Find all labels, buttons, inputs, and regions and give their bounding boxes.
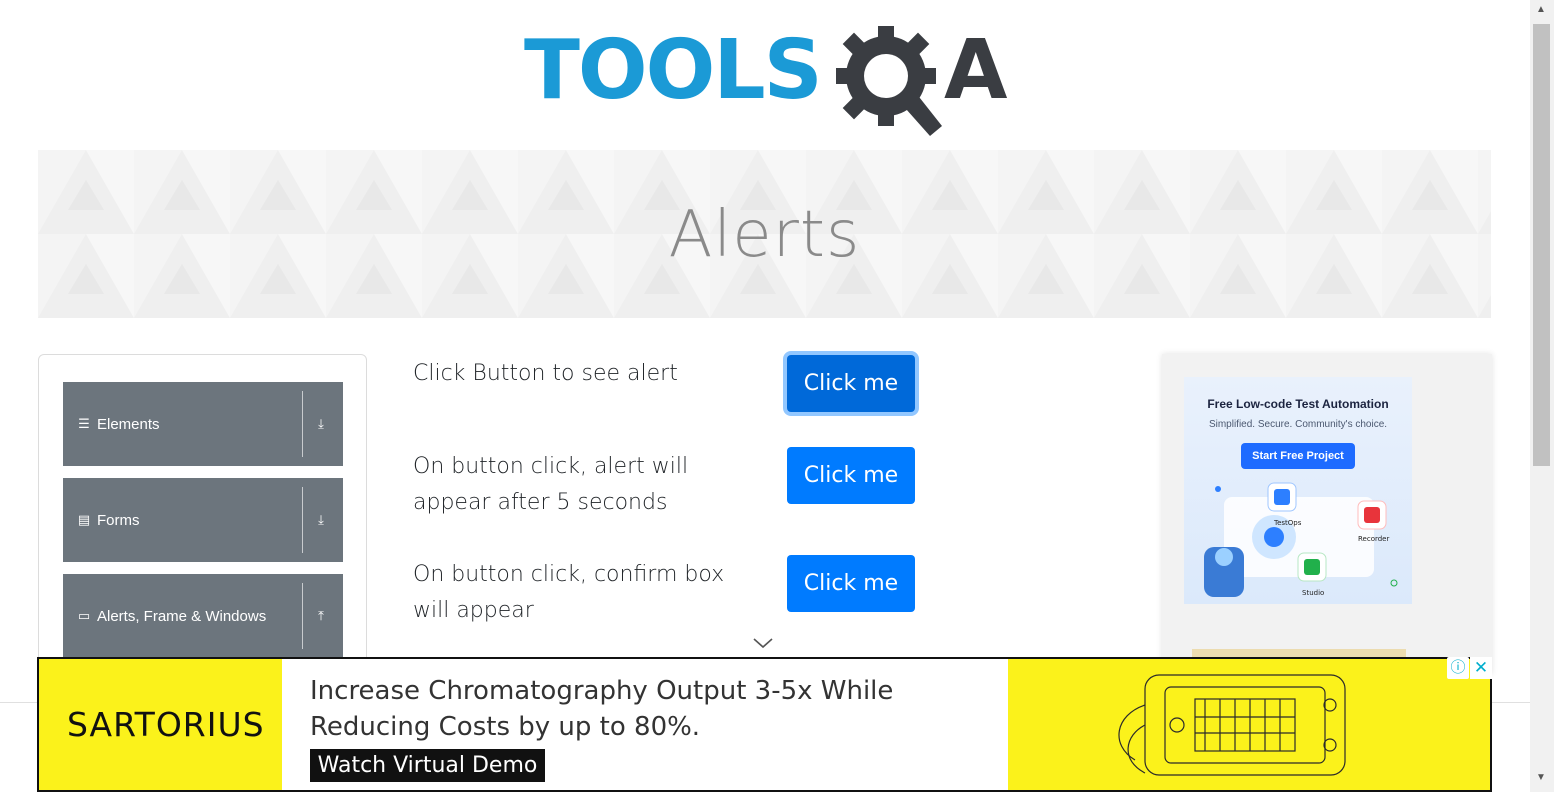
download-icon[interactable]: ⤓ (313, 512, 329, 528)
toolsqa-logo[interactable]: TOOLS A (524, 22, 1014, 137)
ad-headline: Increase Chromatography Output 3-5x Whil… (310, 673, 893, 745)
bottom-ad-banner[interactable]: SARTORIUS Increase Chromatography Output… (37, 657, 1492, 792)
ad-brand-logo: SARTORIUS (67, 705, 265, 744)
page-scrollbar[interactable]: ▲ ▼ (1530, 0, 1554, 792)
row-text-line: On button click, confirm box (413, 562, 725, 587)
window-icon: ▭ (77, 608, 91, 623)
scroll-down-arrow-icon[interactable]: ▼ (1536, 772, 1546, 783)
watch-demo-button[interactable]: Watch Virtual Demo (310, 749, 545, 782)
alert-row-1-text: Click Button to see alert (413, 356, 678, 392)
alert-row-2-text: On button click, alert will appear after… (413, 449, 688, 521)
ad-card[interactable]: Free Low-code Test Automation Simplified… (1184, 377, 1412, 604)
sidebar-group-forms[interactable]: ▤ Forms ⤓ (63, 478, 343, 562)
right-ad[interactable]: Free Low-code Test Automation Simplified… (1162, 354, 1492, 674)
row-text-line: On button click, alert will (413, 454, 689, 479)
page-title: Alerts (668, 198, 861, 272)
chevron-down-icon[interactable] (752, 636, 774, 650)
start-free-project-button[interactable]: Start Free Project (1241, 443, 1355, 469)
sidebar-group-label: Elements (97, 415, 160, 433)
logo-a-text: A (944, 23, 1007, 118)
ad-label-testops: TestOps (1273, 519, 1302, 527)
sidebar-group-alerts-frame-windows[interactable]: ▭ Alerts, Frame & Windows ⤒ (63, 574, 343, 658)
download-icon[interactable]: ⤓ (313, 416, 329, 432)
ad-illustration: TestOps Recorder Studio (1204, 482, 1398, 597)
alert-row-3-text: On button click, confirm box will appear (413, 557, 724, 629)
instrument-illustration (1118, 674, 1346, 776)
ad-subtitle: Simplified. Secure. Community's choice. (1208, 419, 1388, 430)
ad-label-recorder: Recorder (1358, 535, 1389, 543)
ad-close-icon[interactable]: ✕ (1470, 657, 1492, 679)
scroll-up-arrow-icon[interactable]: ▲ (1536, 4, 1546, 15)
form-icon: ▤ (77, 512, 91, 527)
sidebar-group-label: Forms (97, 511, 140, 529)
divider (302, 391, 303, 457)
row-text-line: Click Button to see alert (413, 361, 678, 386)
ad-title: Free Low-code Test Automation (1207, 397, 1389, 411)
confirm-button[interactable]: Click me (787, 555, 915, 612)
sidebar: ☰ Elements ⤓ ▤ Forms ⤓ ▭ Alerts, Frame &… (38, 354, 367, 674)
gear-magnifier-icon (836, 26, 942, 136)
ad-label-studio: Studio (1302, 589, 1324, 597)
ad-headline-line: Reducing Costs by up to 80%. (310, 712, 701, 742)
sidebar-group-label: Alerts, Frame & Windows (97, 607, 267, 625)
alert-button[interactable]: Click me (787, 355, 915, 412)
divider (302, 583, 303, 649)
divider (302, 487, 303, 553)
ad-headline-line: Increase Chromatography Output 3-5x Whil… (310, 676, 894, 706)
row-text-line: will appear (413, 598, 534, 623)
upload-icon[interactable]: ⤒ (313, 608, 329, 624)
logo-wordmark: TOOLS (524, 30, 823, 112)
hamburger-icon: ☰ (78, 416, 90, 431)
page-banner: Alerts (38, 150, 1491, 318)
logo-tools-text: TOOLS (524, 23, 823, 118)
timer-alert-button[interactable]: Click me (787, 447, 915, 504)
sidebar-group-elements[interactable]: ☰ Elements ⤓ (63, 382, 343, 466)
row-text-line: appear after 5 seconds (413, 490, 668, 515)
ad-info-icon[interactable]: ⓘ (1447, 657, 1469, 679)
scroll-thumb[interactable] (1533, 24, 1550, 466)
